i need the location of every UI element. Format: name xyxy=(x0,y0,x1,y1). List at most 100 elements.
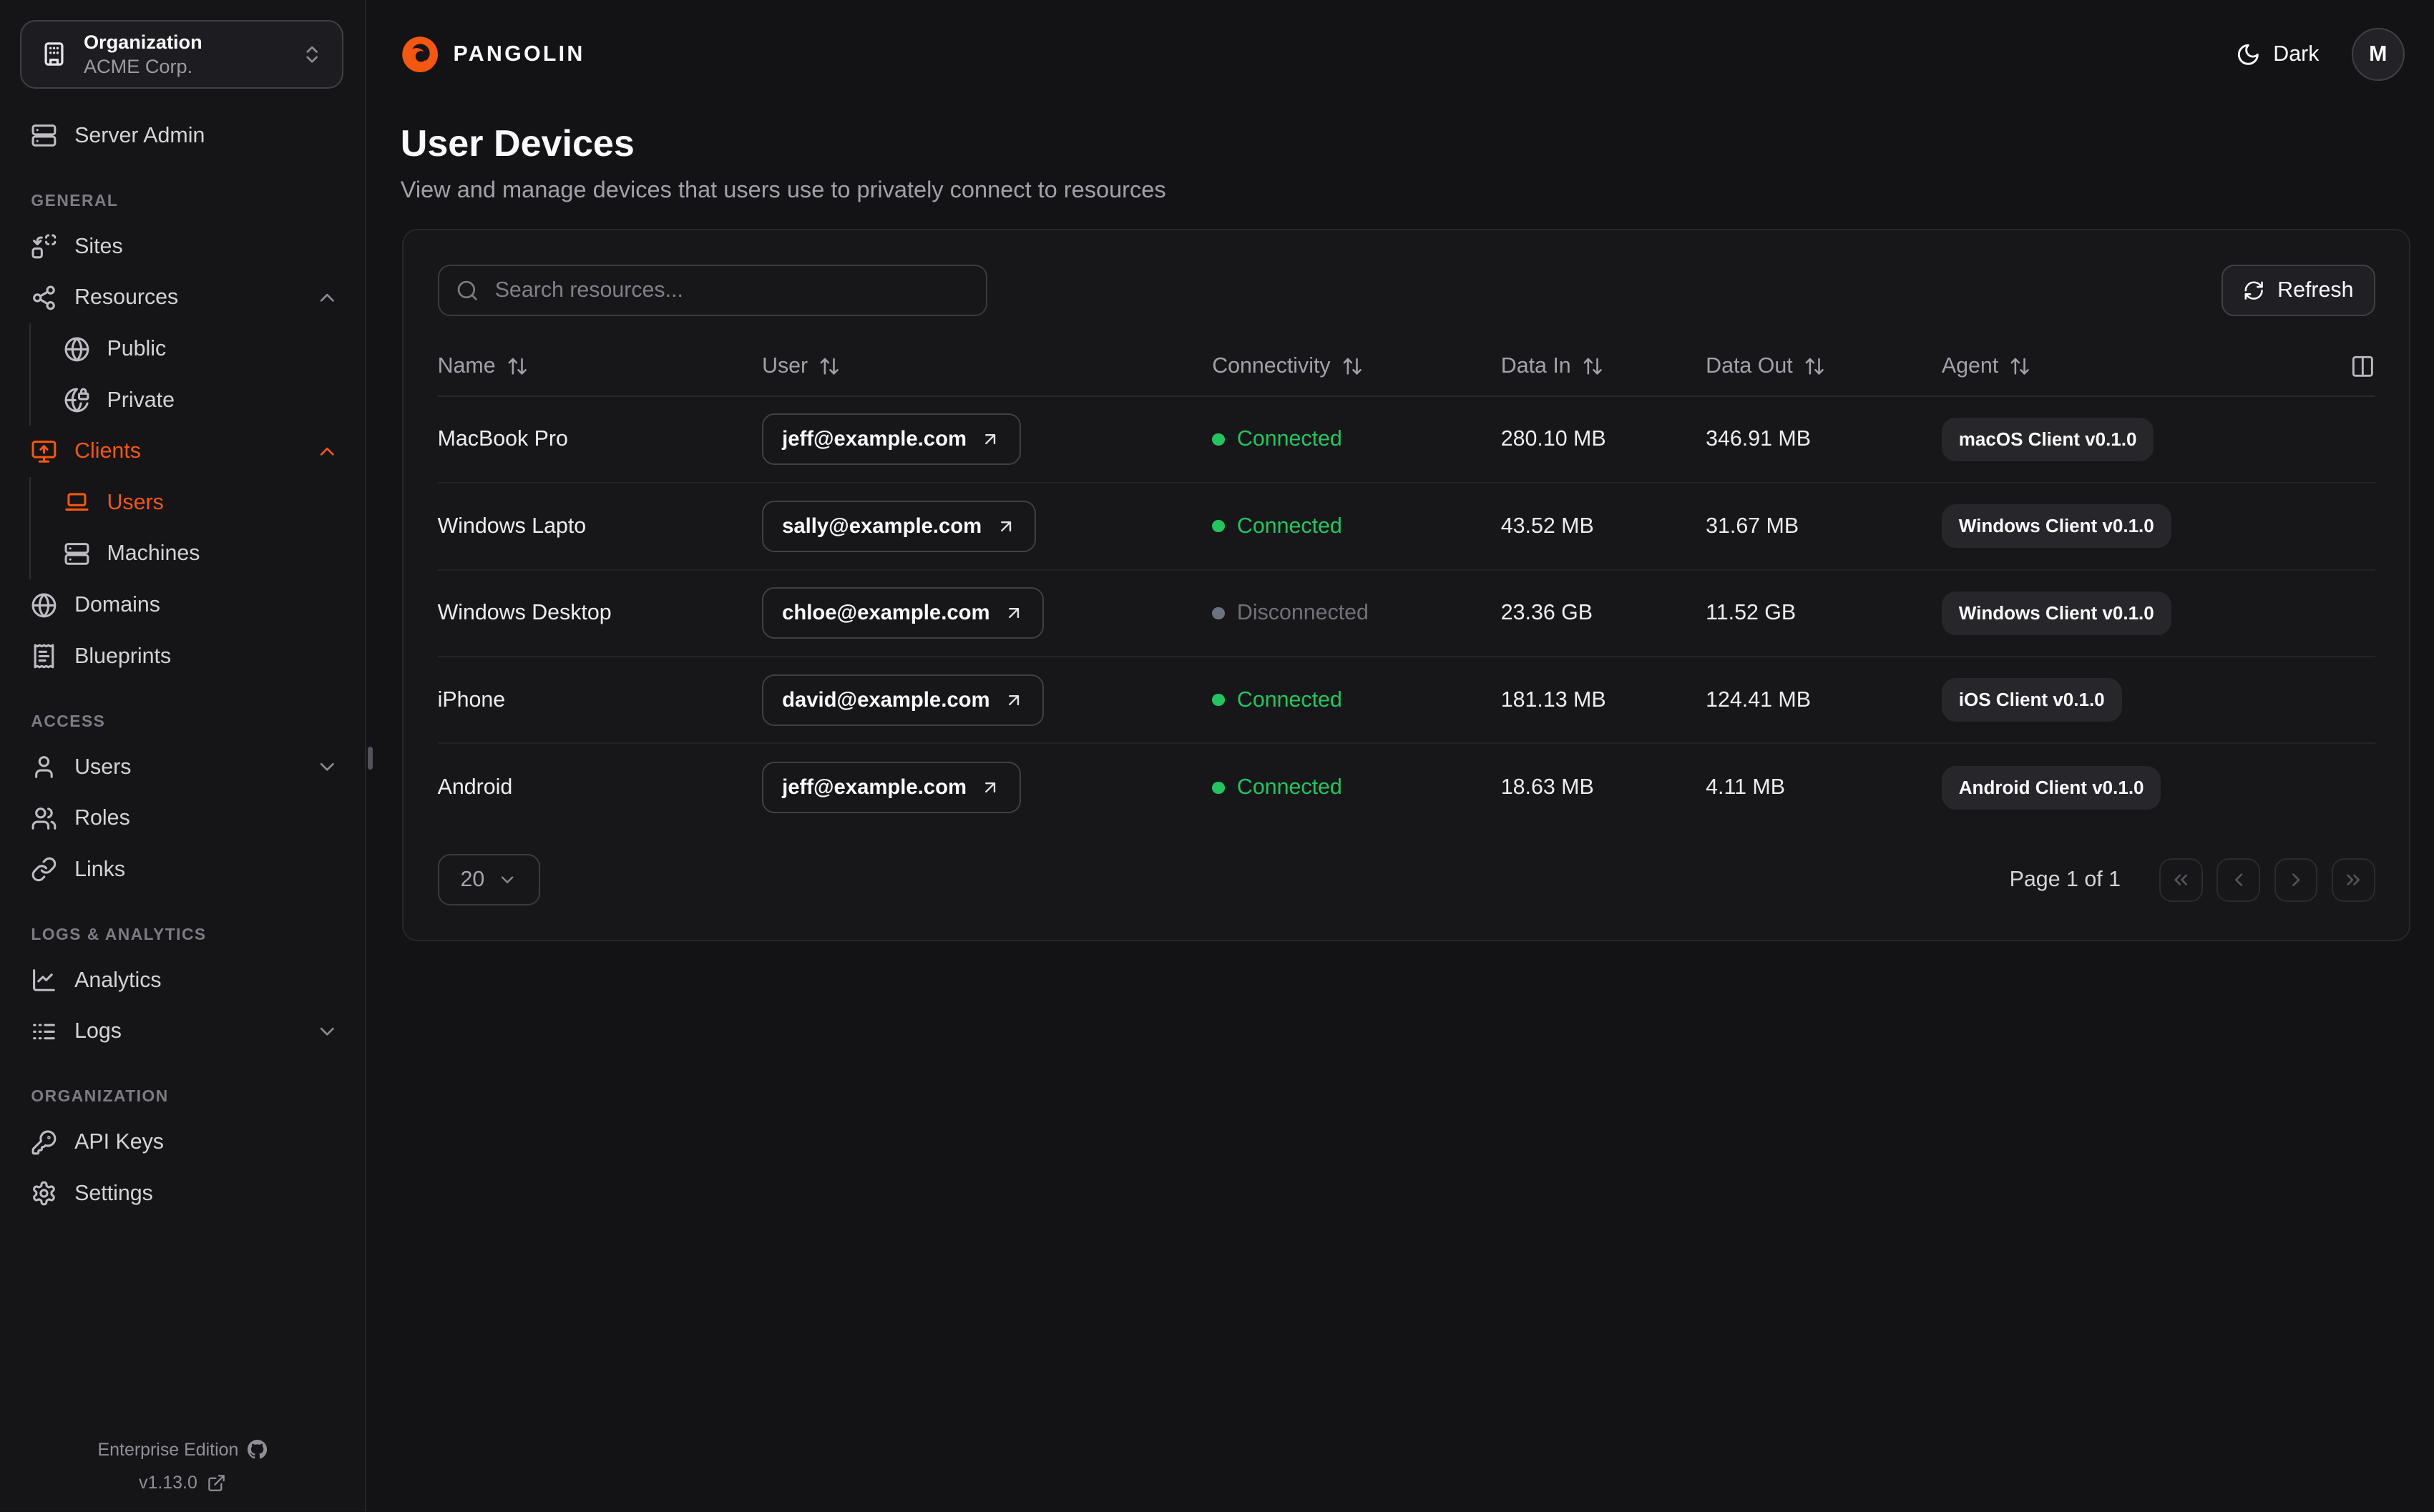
globe-lock-icon xyxy=(64,388,89,413)
sidebar-item-links[interactable]: Links xyxy=(0,844,365,895)
logs-icon xyxy=(33,1023,56,1040)
sidebar-item-api-keys[interactable]: API Keys xyxy=(0,1116,365,1168)
app-root: Organization ACME Corp. Server Admin GENE… xyxy=(0,0,2434,1512)
sidebar-scrollbar-thumb[interactable] xyxy=(368,746,373,770)
toggle-columns-button[interactable] xyxy=(2350,354,2375,379)
data-out: 31.67 MB xyxy=(1706,514,1799,538)
column-header-data-in[interactable]: Data In xyxy=(1501,354,1706,378)
column-label: Agent xyxy=(1941,354,1999,378)
users-icon xyxy=(31,807,57,830)
sidebar-item-settings[interactable]: Settings xyxy=(0,1168,365,1219)
external-link-icon[interactable] xyxy=(207,1473,226,1493)
page-size-select[interactable]: 20 xyxy=(437,854,540,906)
user-email: jeff@example.com xyxy=(782,427,967,451)
column-header-connectivity[interactable]: Connectivity xyxy=(1212,354,1501,378)
key-icon xyxy=(31,1130,57,1155)
arrow-up-down-icon xyxy=(1343,358,1362,375)
chevron-up-icon xyxy=(320,447,334,456)
sidebar-item-logs[interactable]: Logs xyxy=(0,1006,365,1058)
column-header-data-out[interactable]: Data Out xyxy=(1706,354,1942,378)
device-name: MacBook Pro xyxy=(437,427,568,451)
column-header-name[interactable]: Name xyxy=(438,354,762,378)
agent-badge: Android Client v0.1.0 xyxy=(1941,765,2161,810)
next-page-button[interactable] xyxy=(2274,858,2318,902)
last-page-button[interactable] xyxy=(2331,858,2375,902)
sidebar-item-resources[interactable]: Resources xyxy=(0,273,365,324)
devices-table: Name User Connectivity Data In Data Out Agent… xyxy=(437,338,2375,831)
arrow-up-right-icon xyxy=(1000,521,1011,531)
data-out: 346.91 MB xyxy=(1706,427,1811,451)
sidebar-item-label: Public xyxy=(107,336,167,360)
sidebar-item-machines[interactable]: Machines xyxy=(29,528,365,580)
github-icon[interactable] xyxy=(248,1440,268,1459)
search-input[interactable] xyxy=(492,276,969,305)
sidebar-item-private[interactable]: Private xyxy=(29,374,365,426)
org-label: Organization xyxy=(83,31,202,54)
sidebar-item-roles[interactable]: Roles xyxy=(0,792,365,844)
sidebar-item-analytics[interactable]: Analytics xyxy=(0,955,365,1006)
sidebar-nav: Server Admin GENERAL Sites Resources Public P… xyxy=(0,89,365,1426)
data-out: 124.41 MB xyxy=(1706,687,1811,712)
refresh-button[interactable]: Refresh xyxy=(2222,265,2375,316)
sidebar-item-server-admin[interactable]: Server Admin xyxy=(0,110,365,162)
pangolin-logo-icon xyxy=(401,36,438,72)
status-label: Disconnected xyxy=(1236,601,1369,625)
user-link-button[interactable]: david@example.com xyxy=(762,674,1045,726)
search-icon xyxy=(458,280,478,300)
sidebar-item-label: Settings xyxy=(74,1181,153,1205)
sidebar-item-blueprints[interactable]: Blueprints xyxy=(0,631,365,682)
resources-icon xyxy=(33,285,56,310)
column-header-user[interactable]: User xyxy=(762,354,1212,378)
arrow-up-right-icon xyxy=(1009,608,1020,619)
user-icon xyxy=(35,756,54,778)
user-link-button[interactable]: sally@example.com xyxy=(762,500,1036,552)
arrow-up-right-icon xyxy=(985,434,996,445)
brand-logo[interactable]: PANGOLIN xyxy=(401,35,585,74)
user-link-button[interactable]: jeff@example.com xyxy=(762,413,1021,466)
theme-toggle[interactable]: Dark xyxy=(2236,42,2319,67)
sidebar-item-public[interactable]: Public xyxy=(29,323,365,375)
avatar[interactable]: M xyxy=(2351,28,2405,81)
table-row: iPhone david@example.com Connected 181.13 M… xyxy=(437,657,2375,745)
monitor-up-icon xyxy=(31,440,57,463)
chevron-down-icon xyxy=(320,1027,334,1036)
user-email: chloe@example.com xyxy=(782,601,990,625)
status-label: Connected xyxy=(1236,687,1342,712)
data-in: 43.52 MB xyxy=(1500,514,1594,538)
agent-badge: Windows Client v0.1.0 xyxy=(1941,591,2171,635)
arrow-up-right-icon xyxy=(1009,694,1020,705)
sidebar-item-domains[interactable]: Domains xyxy=(0,579,365,631)
column-header-agent[interactable]: Agent xyxy=(1942,354,2335,378)
sidebar-item-users[interactable]: Users xyxy=(29,476,365,529)
nav-section-access: ACCESS xyxy=(31,711,106,730)
nav-section-general: GENERAL xyxy=(31,190,119,210)
sidebar-item-clients[interactable]: Clients xyxy=(0,426,365,477)
user-link-button[interactable]: chloe@example.com xyxy=(762,587,1045,639)
user-link-button[interactable]: jeff@example.com xyxy=(762,762,1021,813)
globe-icon xyxy=(64,337,89,361)
arrow-up-down-icon xyxy=(508,358,527,375)
prev-page-button[interactable] xyxy=(2216,858,2261,902)
agent-badge: macOS Client v0.1.0 xyxy=(1941,417,2154,461)
edition-label: Enterprise Edition xyxy=(97,1439,239,1460)
page-title: User Devices xyxy=(400,123,635,165)
sidebar-item-sites[interactable]: Sites xyxy=(0,221,365,273)
page-size-value: 20 xyxy=(460,868,485,892)
arrow-up-down-icon xyxy=(1805,358,1824,375)
status-label: Connected xyxy=(1236,427,1342,451)
table-footer: 20 Page 1 of 1 xyxy=(437,854,2375,906)
page-indicator: Page 1 of 1 xyxy=(2009,868,2121,892)
first-page-button[interactable] xyxy=(2159,858,2203,902)
sidebar-item-users[interactable]: Users xyxy=(0,742,365,793)
column-label: Name xyxy=(437,354,496,378)
connectivity-status: Disconnected xyxy=(1212,601,1501,625)
connectivity-status: Connected xyxy=(1212,427,1501,451)
org-selector[interactable]: Organization ACME Corp. xyxy=(20,20,343,89)
moon-icon xyxy=(2238,44,2259,65)
agent-badge: iOS Client v0.1.0 xyxy=(1941,678,2122,722)
org-name: ACME Corp. xyxy=(83,54,193,77)
version-label: v1.13.0 xyxy=(139,1473,197,1493)
building-icon xyxy=(44,42,64,67)
column-label: Data Out xyxy=(1706,354,1793,378)
brand-name: PANGOLIN xyxy=(453,41,585,66)
